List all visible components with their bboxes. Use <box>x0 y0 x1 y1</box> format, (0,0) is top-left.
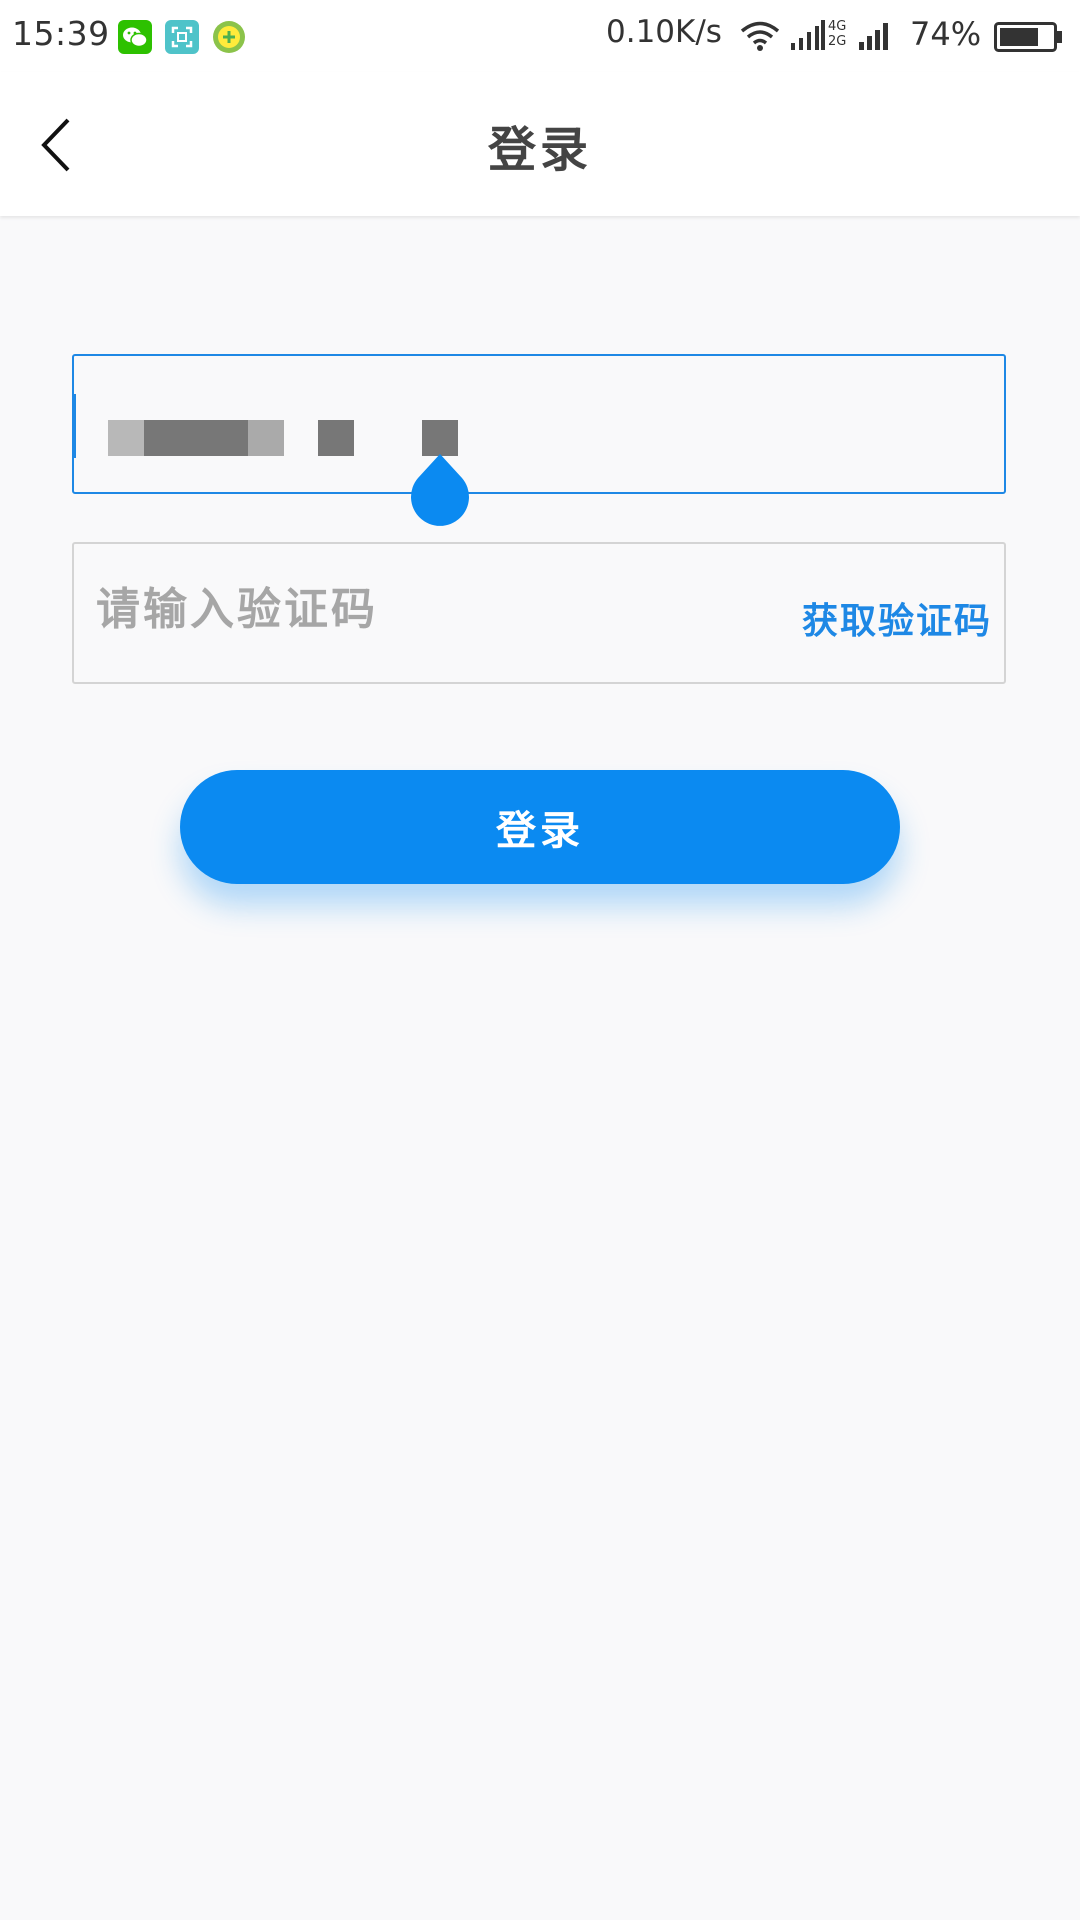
wechat-icon <box>118 20 152 54</box>
status-time: 15:39 <box>12 14 110 53</box>
network-speed: 0.10K/s <box>606 14 722 50</box>
signal-icon-secondary <box>858 20 894 56</box>
text-caret <box>74 394 76 458</box>
verification-code-input[interactable] <box>96 584 736 635</box>
text-cursor-handle[interactable] <box>410 452 470 528</box>
wifi-icon <box>740 20 780 56</box>
app-header: 登录 <box>0 72 1080 216</box>
scanner-icon <box>165 20 199 54</box>
verification-code-field: 获取验证码 <box>72 542 1006 684</box>
battery-icon <box>994 22 1064 56</box>
status-bar: 15:39 0.10K/s 4G 2G 74% <box>0 0 1080 72</box>
battery-percent: 74% <box>910 15 982 53</box>
get-code-button[interactable]: 获取验证码 <box>802 592 992 644</box>
signal-icon <box>790 20 826 56</box>
login-button[interactable]: 登录 <box>180 770 900 884</box>
page-title: 登录 <box>487 122 592 178</box>
phone-input[interactable] <box>72 354 1006 494</box>
network-type-label: 4G 2G <box>828 19 847 49</box>
security-app-icon <box>212 20 246 54</box>
